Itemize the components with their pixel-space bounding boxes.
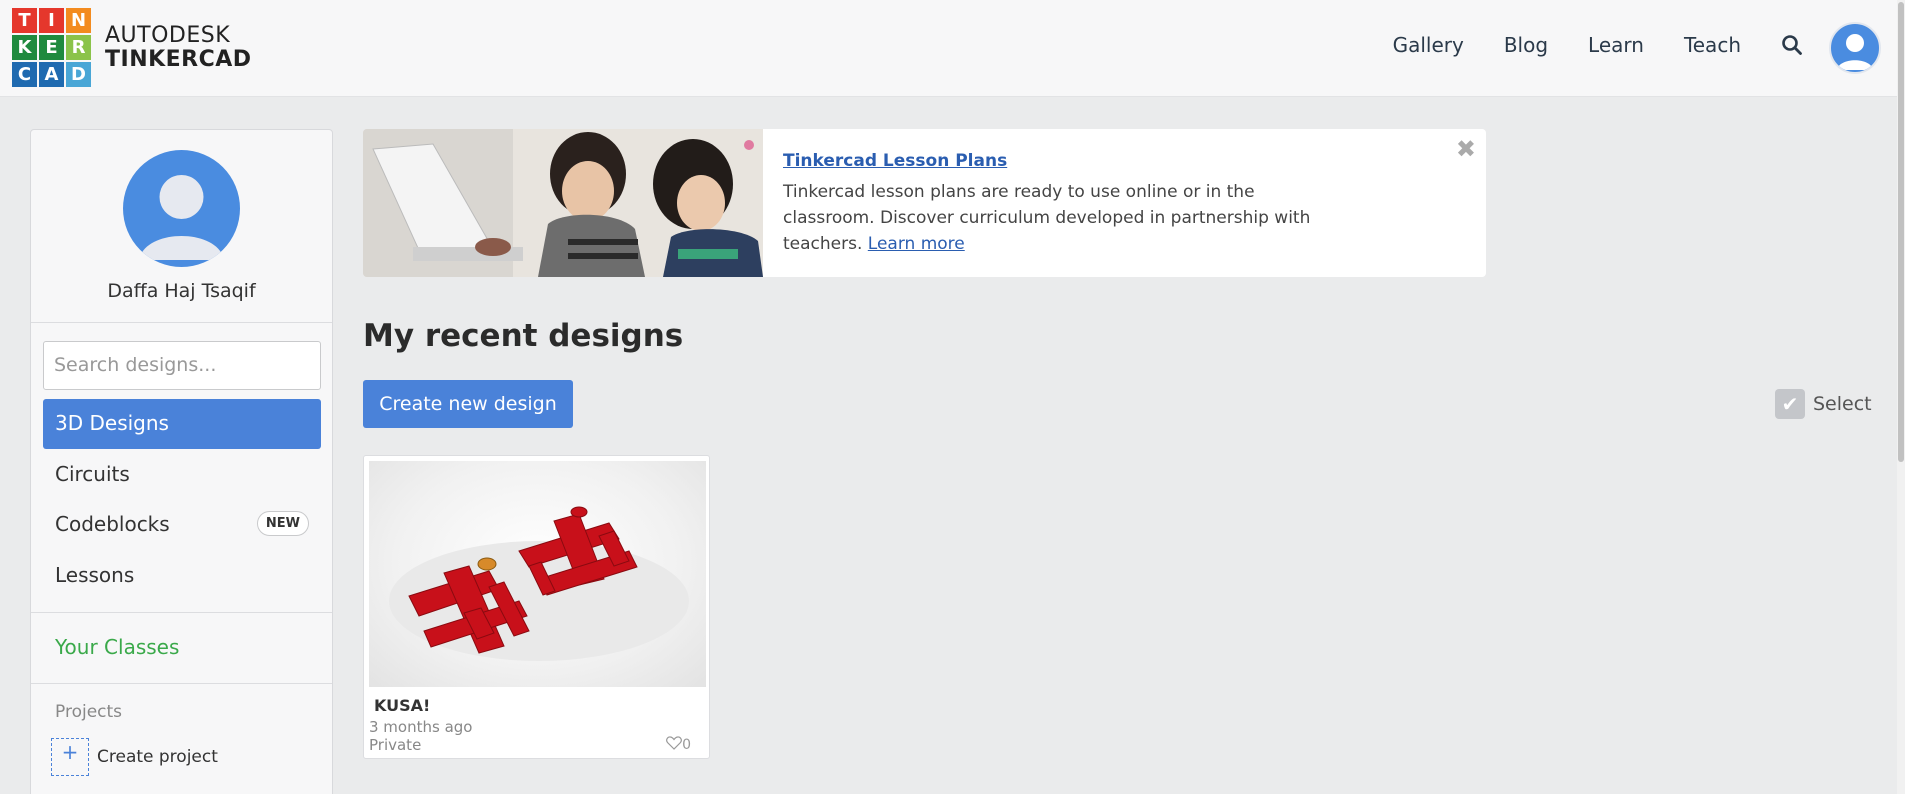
logo-letter: D xyxy=(66,62,91,87)
projects-heading: Projects xyxy=(55,702,123,722)
top-header: T I N K E R C A D AUTODESK TINKERCAD Gal… xyxy=(0,0,1905,97)
search-designs-input[interactable]: Search designs... xyxy=(43,341,321,390)
design-card[interactable]: KUSA! 3 months ago Private 0 xyxy=(363,455,710,759)
nav-learn[interactable]: Learn xyxy=(1588,33,1644,57)
design-thumbnail[interactable] xyxy=(369,461,706,687)
search-icon[interactable] xyxy=(1781,34,1803,56)
logo-letter: C xyxy=(12,62,37,87)
profile-section: Daffa Haj Tsaqif xyxy=(31,130,332,323)
create-project-button[interactable]: + Create project xyxy=(51,738,218,776)
sidebar-item-label: 3D Designs xyxy=(55,411,169,435)
your-classes-link[interactable]: Your Classes xyxy=(55,635,179,659)
new-badge: NEW xyxy=(256,511,309,536)
plus-icon: + xyxy=(51,738,89,776)
heart-icon xyxy=(666,736,682,754)
design-title: KUSA! xyxy=(374,696,431,715)
logo-letter: R xyxy=(66,35,91,60)
close-icon[interactable]: ✖ xyxy=(1456,135,1476,163)
brand-autodesk: AUTODESK xyxy=(105,22,231,48)
nav-gallery[interactable]: Gallery xyxy=(1393,33,1464,57)
sidebar-item-circuits[interactable]: Circuits xyxy=(43,450,321,500)
tinkercad-logo[interactable]: T I N K E R C A D AUTODESK TINKERCAD xyxy=(12,8,252,87)
logo-letter: K xyxy=(12,35,37,60)
user-avatar-icon[interactable] xyxy=(1829,22,1881,74)
sidebar-item-codeblocks[interactable]: Codeblocks NEW xyxy=(43,500,321,550)
user-name: Daffa Haj Tsaqif xyxy=(107,280,256,302)
nav-blog[interactable]: Blog xyxy=(1504,33,1548,57)
avatar[interactable] xyxy=(123,150,240,267)
design-timestamp: 3 months ago xyxy=(369,718,473,736)
select-label: Select xyxy=(1813,393,1872,415)
create-project-label: Create project xyxy=(97,747,218,767)
divider xyxy=(31,612,332,613)
checkbox-icon: ✔ xyxy=(1775,389,1805,419)
divider xyxy=(31,683,332,684)
logo-letter: I xyxy=(39,8,64,33)
sidebar-item-label: Lessons xyxy=(55,563,135,587)
sidebar-item-label: Codeblocks xyxy=(55,512,170,536)
logo-text: AUTODESK TINKERCAD xyxy=(105,22,252,72)
banner-body: Tinkercad lesson plans are ready to use … xyxy=(783,179,1343,257)
page-scrollbar[interactable] xyxy=(1897,0,1905,794)
sidebar-item-label: Circuits xyxy=(55,462,130,486)
sidebar: Daffa Haj Tsaqif Search designs... 3D De… xyxy=(30,129,333,794)
banner-text: Tinkercad lesson plans are ready to use … xyxy=(783,182,1311,254)
logo-letter: T xyxy=(12,8,37,33)
logo-letter: N xyxy=(66,8,91,33)
lesson-plans-banner: Tinkercad Lesson Plans Tinkercad lesson … xyxy=(363,129,1486,277)
nav-teach[interactable]: Teach xyxy=(1684,33,1741,57)
scrollbar-thumb[interactable] xyxy=(1898,2,1904,462)
likes-count: 0 xyxy=(666,736,691,754)
logo-letter: A xyxy=(39,62,64,87)
sidebar-item-lessons[interactable]: Lessons xyxy=(43,551,321,601)
create-new-design-button[interactable]: Create new design xyxy=(363,380,573,428)
logo-letter: E xyxy=(39,35,64,60)
design-visibility: Private xyxy=(369,736,422,754)
brand-tinkercad: TINKERCAD xyxy=(105,46,252,72)
likes-value: 0 xyxy=(682,737,691,753)
page-title: My recent designs xyxy=(363,318,684,354)
select-toggle[interactable]: ✔ Select xyxy=(1775,389,1872,419)
sidebar-item-3d-designs[interactable]: 3D Designs xyxy=(43,399,321,449)
banner-title-link[interactable]: Tinkercad Lesson Plans xyxy=(783,151,1007,171)
logo-grid: T I N K E R C A D xyxy=(12,8,91,87)
banner-photo xyxy=(363,129,763,277)
learn-more-link[interactable]: Learn more xyxy=(868,234,965,254)
